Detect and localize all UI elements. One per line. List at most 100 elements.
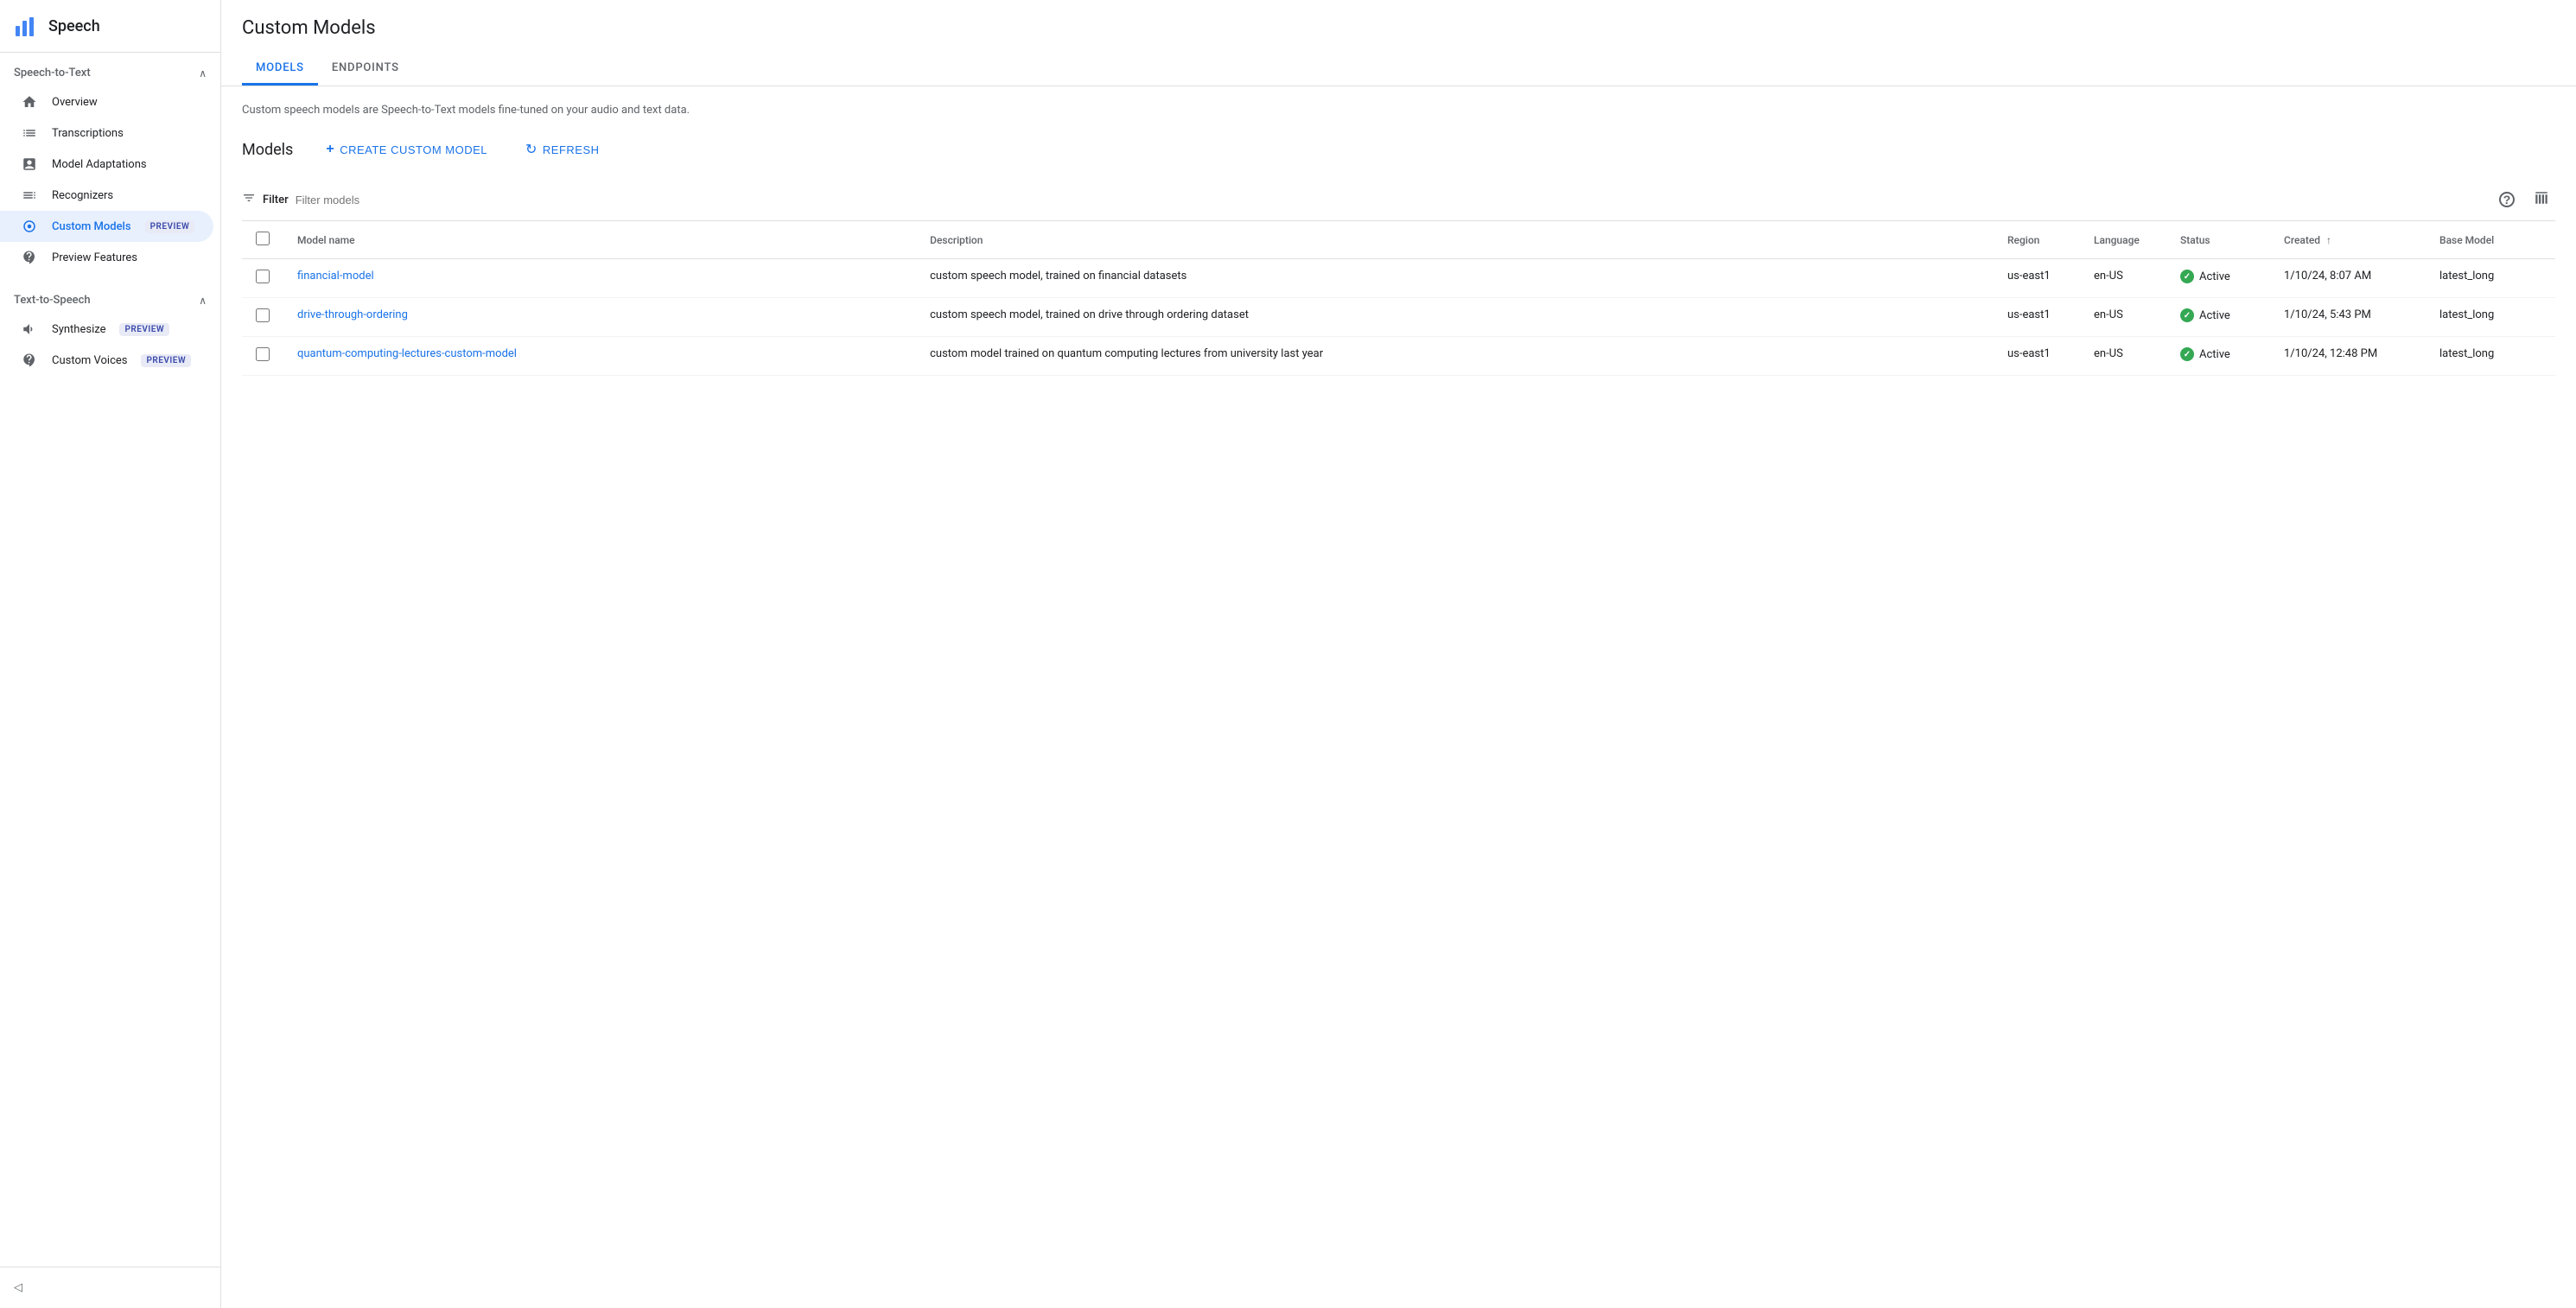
row-created-1: 1/10/24, 5:43 PM bbox=[2270, 298, 2426, 337]
tts-section-label: Text-to-Speech bbox=[14, 294, 91, 307]
tts-chevron-icon: ∧ bbox=[199, 295, 207, 307]
models-table: Model name Description Region Language S bbox=[242, 221, 2555, 376]
synthesize-preview-badge: PREVIEW bbox=[119, 323, 169, 336]
model-name-link-1[interactable]: drive-through-ordering bbox=[297, 308, 408, 321]
sidebar-item-preview-features-label: Preview Features bbox=[52, 251, 137, 264]
sidebar-bottom: ◁ bbox=[0, 1267, 220, 1308]
th-description[interactable]: Description bbox=[916, 221, 1994, 259]
row-base-model-2: latest_long bbox=[2426, 337, 2555, 376]
collapse-icon: ◁ bbox=[14, 1281, 22, 1294]
status-active-icon-0 bbox=[2180, 270, 2194, 283]
sidebar-item-model-adaptations[interactable]: Model Adaptations bbox=[0, 149, 213, 180]
th-select-all[interactable] bbox=[242, 221, 283, 259]
stt-section-header[interactable]: Speech-to-Text ∧ bbox=[0, 60, 220, 86]
refresh-icon: ↻ bbox=[525, 141, 537, 158]
row-created-0: 1/10/24, 8:07 AM bbox=[2270, 259, 2426, 298]
page-description: Custom speech models are Speech-to-Text … bbox=[242, 104, 2555, 117]
model-name-link-2[interactable]: quantum-computing-lectures-custom-model bbox=[297, 347, 517, 360]
refresh-button[interactable]: ↻ REFRESH bbox=[513, 134, 612, 165]
status-active-icon-1 bbox=[2180, 308, 2194, 322]
model-name-link-0[interactable]: financial-model bbox=[297, 270, 374, 283]
stt-section-label: Speech-to-Text bbox=[14, 67, 91, 79]
help-button[interactable]: ? bbox=[2493, 186, 2521, 213]
stt-chevron-icon: ∧ bbox=[199, 67, 207, 79]
filter-icon bbox=[242, 191, 256, 208]
created-sort-icon: ↑ bbox=[2326, 234, 2331, 246]
collapse-button[interactable]: ◁ bbox=[0, 1274, 220, 1301]
synthesize-icon bbox=[21, 321, 38, 338]
sidebar-item-synthesize-label: Synthesize bbox=[52, 323, 105, 336]
th-language[interactable]: Language bbox=[2080, 221, 2166, 259]
table-row: drive-through-ordering custom speech mod… bbox=[242, 298, 2555, 337]
filter-label: Filter bbox=[263, 194, 289, 206]
sidebar-item-custom-voices[interactable]: Custom Voices PREVIEW bbox=[0, 345, 213, 376]
row-region-1: us-east1 bbox=[1994, 298, 2080, 337]
th-region[interactable]: Region bbox=[1994, 221, 2080, 259]
filter-bar: Filter ? bbox=[242, 179, 2555, 221]
row-checkbox-2[interactable] bbox=[256, 347, 270, 361]
content-area: Custom speech models are Speech-to-Text … bbox=[221, 86, 2576, 1308]
sidebar-item-custom-models-label: Custom Models bbox=[52, 220, 131, 233]
custom-models-icon bbox=[21, 218, 38, 235]
row-checkbox-cell-1 bbox=[242, 298, 283, 337]
model-adaptations-icon bbox=[21, 156, 38, 173]
row-region-0: us-east1 bbox=[1994, 259, 2080, 298]
transcriptions-icon bbox=[21, 124, 38, 142]
columns-icon bbox=[2534, 190, 2549, 210]
row-language-2: en-US bbox=[2080, 337, 2166, 376]
filter-input[interactable] bbox=[296, 194, 2486, 206]
preview-features-icon bbox=[21, 249, 38, 266]
tts-section-header[interactable]: Text-to-Speech ∧ bbox=[0, 287, 220, 314]
page-title: Custom Models bbox=[242, 17, 2555, 39]
table-header-row: Model name Description Region Language S bbox=[242, 221, 2555, 259]
sidebar: Speech Speech-to-Text ∧ Overview Transcr… bbox=[0, 0, 221, 1308]
sidebar-item-overview-label: Overview bbox=[52, 96, 98, 109]
content-toolbar: Models + CREATE CUSTOM MODEL ↻ REFRESH bbox=[242, 134, 2555, 165]
row-status-0: Active bbox=[2166, 259, 2270, 298]
sidebar-item-recognizers-label: Recognizers bbox=[52, 189, 113, 202]
home-icon bbox=[21, 93, 38, 111]
create-custom-model-button[interactable]: + CREATE CUSTOM MODEL bbox=[314, 135, 499, 164]
tts-section: Text-to-Speech ∧ Synthesize PREVIEW Cust… bbox=[0, 280, 220, 383]
custom-voices-icon bbox=[21, 352, 38, 369]
custom-voices-preview-badge: PREVIEW bbox=[141, 354, 191, 367]
sidebar-item-transcriptions-label: Transcriptions bbox=[52, 127, 124, 140]
status-label-1: Active bbox=[2199, 309, 2230, 322]
row-base-model-1: latest_long bbox=[2426, 298, 2555, 337]
th-base-model[interactable]: Base Model bbox=[2426, 221, 2555, 259]
tab-models[interactable]: MODELS bbox=[242, 53, 318, 86]
row-region-2: us-east1 bbox=[1994, 337, 2080, 376]
row-description-0: custom speech model, trained on financia… bbox=[916, 259, 1994, 298]
sidebar-item-synthesize[interactable]: Synthesize PREVIEW bbox=[0, 314, 213, 345]
help-icon: ? bbox=[2499, 192, 2515, 207]
sidebar-item-custom-models[interactable]: Custom Models PREVIEW bbox=[0, 211, 213, 242]
row-status-2: Active bbox=[2166, 337, 2270, 376]
models-table-wrapper: Model name Description Region Language S bbox=[242, 221, 2555, 376]
th-model-name[interactable]: Model name bbox=[283, 221, 916, 259]
select-all-checkbox[interactable] bbox=[256, 232, 270, 245]
sidebar-header: Speech bbox=[0, 0, 220, 53]
sidebar-item-overview[interactable]: Overview bbox=[0, 86, 213, 117]
row-language-0: en-US bbox=[2080, 259, 2166, 298]
row-status-1: Active bbox=[2166, 298, 2270, 337]
tabs: MODELS ENDPOINTS bbox=[242, 53, 2555, 86]
row-model-name-1: drive-through-ordering bbox=[283, 298, 916, 337]
sidebar-item-transcriptions[interactable]: Transcriptions bbox=[0, 117, 213, 149]
column-settings-button[interactable] bbox=[2528, 186, 2555, 213]
custom-models-preview-badge: PREVIEW bbox=[145, 220, 195, 233]
row-description-1: custom speech model, trained on drive th… bbox=[916, 298, 1994, 337]
row-checkbox-1[interactable] bbox=[256, 308, 270, 322]
row-checkbox-0[interactable] bbox=[256, 270, 270, 283]
page-header: Custom Models MODELS ENDPOINTS bbox=[221, 0, 2576, 86]
sidebar-item-recognizers[interactable]: Recognizers bbox=[0, 180, 213, 211]
recognizers-icon bbox=[21, 187, 38, 204]
row-checkbox-cell-2 bbox=[242, 337, 283, 376]
stt-section: Speech-to-Text ∧ Overview Transcriptions… bbox=[0, 53, 220, 280]
sidebar-item-preview-features[interactable]: Preview Features bbox=[0, 242, 213, 273]
tab-endpoints[interactable]: ENDPOINTS bbox=[318, 53, 413, 86]
row-model-name-2: quantum-computing-lectures-custom-model bbox=[283, 337, 916, 376]
sidebar-item-custom-voices-label: Custom Voices bbox=[52, 354, 127, 367]
th-created[interactable]: Created ↑ bbox=[2270, 221, 2426, 259]
table-row: quantum-computing-lectures-custom-model … bbox=[242, 337, 2555, 376]
th-status[interactable]: Status bbox=[2166, 221, 2270, 259]
